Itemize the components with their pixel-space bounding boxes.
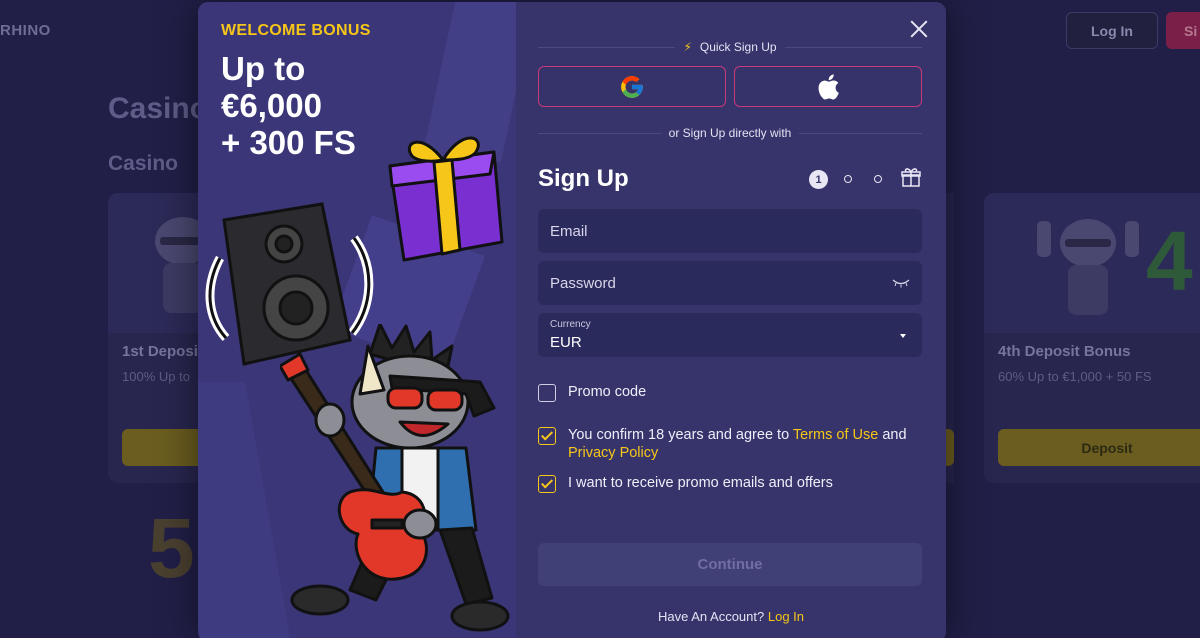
offer-line-3: + 300 FS (221, 124, 356, 161)
currency-select[interactable]: Currency EUR (538, 313, 922, 357)
promo-code-row: Promo code (538, 383, 922, 402)
age-terms-checkbox[interactable] (538, 427, 556, 445)
apple-icon (818, 73, 839, 99)
rhino-guitarist-icon (280, 324, 510, 632)
digit-decoration-icon: 4 (1146, 214, 1193, 308)
gift-box-icon (388, 136, 504, 262)
promo-emails-checkbox[interactable] (538, 475, 556, 493)
apple-signup-button[interactable] (734, 66, 922, 107)
direct-signup-divider: or Sign Up directly with (538, 126, 922, 140)
page-title: Casino (108, 92, 209, 125)
google-icon (621, 75, 643, 98)
offer-line-1: Up to (221, 50, 306, 87)
bonus-card-button[interactable]: Deposit (998, 429, 1200, 466)
password-input[interactable] (538, 261, 922, 305)
step-indicator-3 (874, 175, 882, 183)
header-login-button[interactable]: Log In (1066, 12, 1158, 49)
bonus-card-name: 4th Deposit Bonus (998, 343, 1131, 360)
chevron-down-icon (900, 334, 906, 338)
email-field[interactable] (538, 209, 922, 253)
lightning-bolt-icon: ⚡ (683, 40, 692, 54)
digit-decoration-icon: 5 (148, 501, 195, 595)
welcome-bonus-panel: WELCOME BONUS Up to €6,000 + 300 FS (198, 2, 516, 638)
bonus-card-desc: 100% Up to (122, 369, 190, 384)
quick-signup-divider: ⚡ Quick Sign Up (538, 40, 923, 54)
terms-of-use-link[interactable]: Terms of Use (793, 427, 878, 443)
bonus-card-button[interactable] (946, 429, 954, 466)
quick-signup-label: Quick Sign Up (699, 40, 777, 54)
privacy-policy-link[interactable]: Privacy Policy (568, 445, 658, 461)
have-account-text: Have An Account? (657, 609, 765, 624)
currency-value: EUR (550, 334, 582, 351)
password-field[interactable] (538, 261, 922, 305)
offer-line-2: €6,000 (221, 87, 322, 124)
age-terms-row: You confirm 18 years and agree to Terms … (538, 426, 922, 462)
step-indicator-2 (844, 175, 852, 183)
promo-emails-label: I want to receive promo emails and offer… (568, 475, 833, 491)
header-signup-button[interactable]: Si (1166, 12, 1200, 49)
direct-signup-label: or Sign Up directly with (668, 126, 792, 140)
google-signup-button[interactable] (538, 66, 726, 107)
signup-modal: WELCOME BONUS Up to €6,000 + 300 FS ⚡ Qu… (198, 2, 946, 638)
decor-shape (198, 382, 291, 638)
promo-emails-row: I want to receive promo emails and offer… (538, 474, 922, 493)
promo-code-label: Promo code (568, 384, 647, 400)
have-account-row: Have An Account? Log In (516, 609, 946, 624)
login-link[interactable]: Log In (768, 609, 804, 624)
continue-button[interactable]: Continue (538, 543, 922, 586)
gift-step-icon (901, 168, 921, 187)
email-input[interactable] (538, 209, 922, 253)
rhino-mascot-icon (1037, 219, 1139, 315)
signup-title: Sign Up (538, 165, 629, 192)
age-terms-text: You confirm 18 years and agree to Terms … (568, 427, 907, 461)
bonus-card-name: 1st Deposit (122, 343, 203, 360)
promo-code-checkbox[interactable] (538, 384, 556, 402)
signup-form-panel: ⚡ Quick Sign Up or Sign Up directly with… (516, 2, 946, 638)
step-indicator-1: 1 (809, 170, 828, 189)
bonus-card-desc: 60% Up to €1,000 + 50 FS (998, 369, 1152, 384)
site-logo: RHINO (0, 22, 51, 39)
currency-label: Currency (550, 319, 591, 330)
section-title: Casino (108, 152, 179, 175)
welcome-bonus-label: WELCOME BONUS (221, 22, 371, 39)
bonus-card-image: 4 (984, 193, 1200, 333)
close-icon[interactable] (908, 18, 930, 40)
bonus-card-4: 4 4th Deposit Bonus 60% Up to €1,000 + 5… (984, 193, 1200, 483)
bonus-card-3-edge (946, 193, 954, 483)
eye-closed-icon[interactable] (892, 278, 910, 288)
